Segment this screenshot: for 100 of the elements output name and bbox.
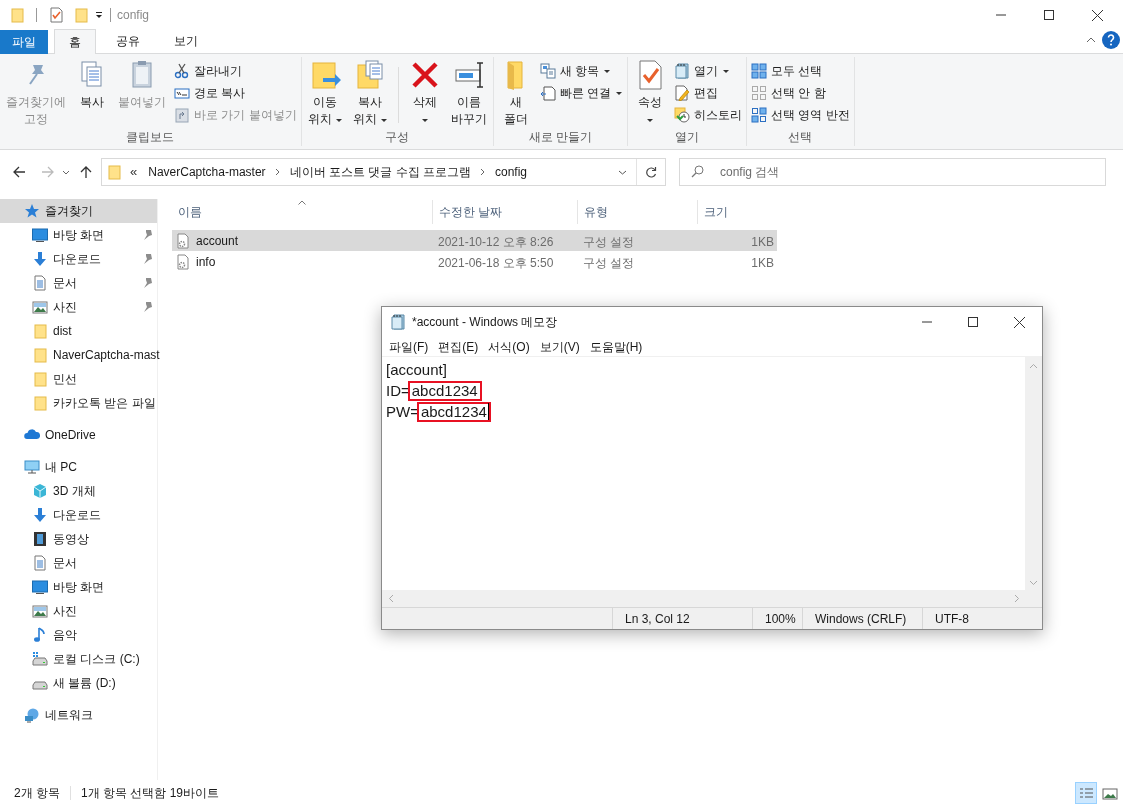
ribbon-button[interactable]: 새 폴더: [495, 59, 536, 128]
file-row[interactable]: account 2021-10-12 오후 8:26 구성 설정 1KB: [172, 230, 777, 251]
caret-icon: [420, 116, 429, 123]
nav-item[interactable]: 문서: [0, 271, 157, 295]
ribbon-button[interactable]: 빠른 연결: [537, 82, 625, 104]
ribbon-button[interactable]: 모두 선택: [749, 60, 852, 82]
overflow-chevron[interactable]: «: [130, 162, 138, 182]
status-text: 100%: [765, 610, 796, 628]
menu-item[interactable]: 도움말(H): [584, 337, 648, 356]
breadcrumb[interactable]: config: [491, 163, 530, 181]
nav-label: 로컬 디스크 (C:): [53, 651, 140, 668]
nav-label: 다운로드: [53, 251, 101, 268]
ribbon-button[interactable]: 이름 바꾸기: [446, 59, 491, 128]
nav-item[interactable]: 네트워크: [0, 703, 157, 727]
nav-label: 음악: [53, 627, 77, 644]
menu-item[interactable]: 파일(F): [384, 337, 434, 356]
folder-icon: [32, 323, 48, 339]
ribbon-button[interactable]: 편집: [672, 82, 744, 104]
menu-item[interactable]: 보기(V): [534, 337, 585, 356]
nav-item[interactable]: 내 PC: [0, 455, 157, 479]
nav-item[interactable]: 새 볼륨 (D:): [0, 671, 157, 695]
search-icon: [691, 165, 704, 178]
file-name: info: [196, 253, 216, 271]
link-icon: [539, 85, 556, 101]
ribbon-button[interactable]: 선택 안 함: [749, 82, 852, 104]
ribbon-button[interactable]: 삭제: [404, 59, 445, 128]
notepad-icon: [674, 63, 690, 79]
nav-item[interactable]: 3D 개체: [0, 479, 157, 503]
ribbon-button[interactable]: 히스토리: [672, 104, 744, 126]
file-tab[interactable]: 파일: [0, 30, 48, 54]
address-bar[interactable]: « NaverCaptcha-master 네이버 포스트 댓글 수집 프로그램 config: [101, 158, 666, 186]
menu-item[interactable]: 서식(O): [483, 337, 535, 356]
nav-item[interactable]: 문서: [0, 551, 157, 575]
invert-selection-icon: [751, 107, 767, 123]
monitor-icon: [32, 579, 48, 595]
column-header[interactable]: 크기: [697, 200, 777, 224]
ribbon-button[interactable]: 이동 위치: [303, 59, 347, 128]
ribbon-button[interactable]: 경로 복사: [172, 82, 299, 104]
nav-item[interactable]: 다운로드: [0, 503, 157, 527]
ribbon-button[interactable]: 속성: [630, 59, 670, 128]
ribbon-button[interactable]: 선택 영역 반전: [749, 104, 852, 126]
nav-item[interactable]: 즐겨찾기: [0, 199, 157, 223]
file-name: account: [196, 232, 239, 250]
nav-item[interactable]: 음악: [0, 623, 157, 647]
menu-item[interactable]: 편집(E): [433, 337, 484, 356]
nav-item[interactable]: 다운로드: [0, 247, 157, 271]
file-row[interactable]: info 2021-06-18 오후 5:50 구성 설정 1KB: [172, 251, 777, 272]
ribbon-button[interactable]: 열기: [672, 60, 744, 82]
nav-label: 3D 개체: [53, 483, 96, 500]
network-icon: [24, 707, 40, 723]
nav-item[interactable]: 민선: [0, 367, 157, 391]
ribbon-button[interactable]: 새 항목: [537, 60, 625, 82]
chevron-down-icon: [617, 169, 627, 175]
refresh-icon: [645, 166, 657, 178]
nav-label: dist: [53, 323, 72, 340]
shortcut-icon: [174, 107, 190, 123]
ribbon-button[interactable]: 복사: [72, 59, 112, 111]
nav-item[interactable]: dist: [0, 319, 157, 343]
breadcrumb[interactable]: NaverCaptcha-master: [145, 163, 269, 181]
ribbon-tab[interactable]: 공유: [102, 29, 154, 53]
ribbon-tab[interactable]: 홈: [54, 29, 96, 54]
nav-item[interactable]: 바탕 화면: [0, 223, 157, 247]
nav-item[interactable]: 바탕 화면: [0, 575, 157, 599]
ribbon-button[interactable]: 복사 위치: [348, 59, 392, 128]
column-header[interactable]: 유형: [577, 200, 697, 224]
text-line: ID=: [386, 381, 410, 401]
rename-icon: [452, 59, 485, 91]
column-header[interactable]: 수정한 날짜: [432, 200, 577, 224]
nav-item[interactable]: 사진: [0, 295, 157, 319]
horizontal-scrollbar[interactable]: [382, 590, 1042, 607]
ribbon-button[interactable]: 잘라내기: [172, 60, 299, 82]
nav-item[interactable]: 로컬 디스크 (C:): [0, 647, 157, 671]
folder-icon: [106, 164, 122, 180]
group-label: 새로 만들기: [528, 130, 592, 144]
chevron-down-icon: [1029, 580, 1038, 586]
cube-icon: [32, 483, 48, 499]
ribbon-tab[interactable]: 보기: [160, 29, 212, 53]
column-header[interactable]: 이름: [172, 200, 432, 224]
nav-item[interactable]: 카카오톡 받은 파일: [0, 391, 157, 415]
nav-label: 내 PC: [45, 459, 77, 476]
nav-item[interactable]: OneDrive: [0, 423, 157, 447]
vertical-scrollbar[interactable]: [1025, 357, 1042, 590]
caret-icon: [379, 116, 388, 123]
search-field[interactable]: config 검색: [679, 158, 1106, 186]
pin-icon: [142, 278, 152, 288]
folder-icon: [32, 347, 48, 363]
view-button[interactable]: [1075, 782, 1097, 804]
close-icon: [1091, 9, 1103, 21]
nav-item[interactable]: 사진: [0, 599, 157, 623]
help-button[interactable]: [1102, 31, 1120, 49]
table-cell: 2021-10-12 오후 8:26: [438, 234, 554, 249]
select-none-icon: [751, 85, 767, 101]
group-label: 클립보드: [126, 130, 175, 144]
breadcrumb[interactable]: 네이버 포스트 댓글 수집 프로그램: [286, 163, 474, 181]
nav-item[interactable]: 동영상: [0, 527, 157, 551]
down-arrow-icon: [32, 507, 48, 523]
monitor-icon: [32, 227, 48, 243]
pin-icon: [142, 230, 152, 240]
text-area[interactable]: [account] ID=abcd1234 PW=abcd1234: [382, 357, 1025, 590]
film-icon: [32, 531, 48, 547]
